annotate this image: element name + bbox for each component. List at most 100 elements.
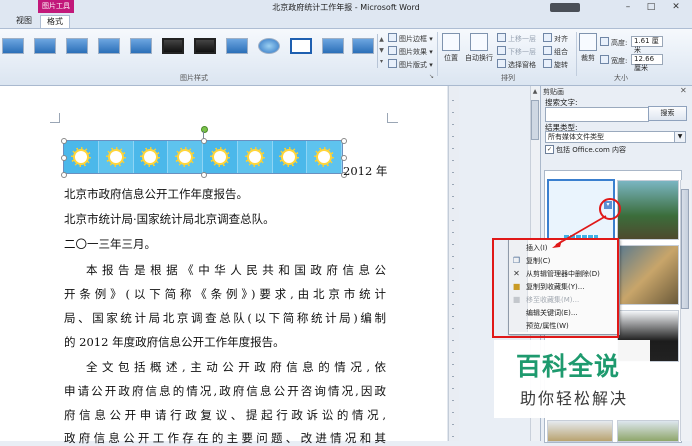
pane-close-icon[interactable]: ✕ (680, 86, 687, 95)
ruler-tick (452, 268, 454, 269)
clipart-thumbnail-photo[interactable] (617, 245, 679, 305)
ruler-tick (452, 292, 454, 293)
toolbar-overlay (550, 3, 580, 12)
doc-para1-line4: 的 2012 年度政府信息公开工作年度报告。 (64, 335, 285, 349)
results-scrollbar-thumb[interactable] (681, 189, 689, 309)
ruler-tick (452, 220, 454, 221)
ruler-tick (452, 184, 454, 185)
margin-corner-mark (388, 122, 398, 123)
tab-row (0, 14, 692, 29)
chevron-down-icon[interactable]: ▼ (674, 131, 686, 143)
title-bar: 北京政府统计工作年报 - Microsoft Word (0, 0, 692, 14)
ruler-tick (452, 148, 454, 149)
picture-style-11[interactable] (322, 38, 344, 54)
doc-para2-line1: 全文包括概述,主动公开政府信息的情况,依 (86, 360, 386, 374)
ruler-tick (452, 280, 454, 281)
close-icon[interactable]: ✕ (670, 2, 682, 12)
picture-tools-context-tab: 图片工具 (38, 0, 74, 13)
resize-handle[interactable] (341, 138, 347, 144)
group-label-arrange: 排列 (501, 74, 515, 82)
ruler-tick (452, 256, 454, 257)
picture-style-8[interactable] (226, 38, 248, 54)
selection-pane-button[interactable]: 选择窗格 (497, 59, 536, 70)
wrap-text-button[interactable]: 自动换行 (462, 33, 496, 63)
search-button[interactable]: 搜索 (648, 106, 687, 121)
search-input[interactable] (545, 107, 649, 122)
doc-para1-line3: 局、国家统计局北京调查总队(以下简称统计局)编制 (64, 311, 386, 325)
include-office-checkbox[interactable]: ✓ (545, 145, 554, 154)
group-button[interactable]: 组合 (543, 46, 568, 57)
gallery-scroll-icon[interactable]: ▲ ▼ ▾ (377, 34, 385, 68)
selected-sun-image[interactable] (63, 140, 343, 174)
watermark-sub-text: 助你轻松解决 (520, 389, 629, 408)
doc-line-report-title: 北京市政府信息公开工作年度报告。 (64, 187, 248, 201)
doc-para2-line2: 申请公开政府信息的情况,政府信息公开咨询情况,因政 (64, 384, 386, 398)
picture-style-5[interactable] (130, 38, 152, 54)
margin-corner-mark (59, 113, 60, 123)
doc-para1-line1: 本报告是根据《中华人民共和国政府信息公 (86, 263, 386, 277)
crop-button[interactable]: 裁剪 (579, 33, 597, 63)
picture-style-7[interactable] (194, 38, 216, 54)
picture-border-button[interactable]: 图片边框 ▾ (388, 33, 433, 44)
width-input[interactable]: 12.66 厘米 (631, 54, 663, 72)
picture-style-1[interactable] (2, 38, 24, 54)
resize-handle[interactable] (61, 155, 67, 161)
picture-style-9[interactable] (258, 38, 280, 54)
height-input[interactable]: 1.61 厘米 (631, 36, 663, 54)
ruler-tick (452, 340, 454, 341)
doc-para2-line4: 政府信息公开工作存在的主要问题、改进情况和其 (64, 431, 386, 445)
tab-format[interactable]: 格式 (40, 15, 70, 28)
ruler-tick (452, 244, 454, 245)
doc-para2-line3: 府信息公开申请行政复议、提起行政诉讼的情况, (64, 408, 386, 422)
annotation-arrow-icon (552, 215, 607, 248)
ruler-tick (452, 400, 454, 401)
result-type-select[interactable]: 所有媒体文件类型 (545, 131, 679, 143)
picture-layout-button[interactable]: 图片版式 ▾ (388, 59, 433, 70)
picture-style-3[interactable] (66, 38, 88, 54)
picture-style-10[interactable] (290, 38, 312, 54)
picture-style-2[interactable] (34, 38, 56, 54)
ruler-tick (452, 136, 454, 137)
ruler-tick (452, 172, 454, 173)
clipart-thumbnail-photo[interactable] (617, 420, 679, 442)
minimize-icon[interactable]: – (622, 2, 634, 12)
scroll-up-icon[interactable]: ▲ (531, 88, 539, 96)
sun-tile (237, 141, 273, 173)
ruler-tick (452, 160, 454, 161)
include-office-label: 包括 Office.com 内容 (556, 146, 627, 154)
ruler-tick (452, 388, 454, 389)
position-button[interactable]: 位置 (441, 33, 461, 63)
ruler-tick (452, 316, 454, 317)
resize-handle[interactable] (61, 138, 67, 144)
doc-line-year: 2012 年 (343, 164, 388, 178)
sun-tile (307, 141, 342, 173)
rotate-button[interactable]: 旋转 (543, 59, 568, 70)
picture-style-12[interactable] (352, 38, 374, 54)
maximize-icon[interactable]: □ (645, 2, 657, 12)
annotation-red-rectangle (492, 238, 619, 338)
resize-handle[interactable] (201, 138, 207, 144)
ruler-tick (452, 304, 454, 305)
resize-handle[interactable] (201, 172, 207, 178)
ruler-tick (452, 232, 454, 233)
resize-handle[interactable] (341, 155, 347, 161)
sun-tile (203, 141, 238, 173)
picture-style-4[interactable] (98, 38, 120, 54)
clipart-thumbnail-photo[interactable] (547, 420, 613, 442)
ruler-tick (452, 196, 454, 197)
resize-handle[interactable] (61, 172, 67, 178)
tab-view[interactable]: 视图 (10, 15, 38, 27)
ruler-tick (452, 112, 454, 113)
align-button[interactable]: 对齐 (543, 33, 568, 44)
picture-effects-button[interactable]: 图片效果 ▾ (388, 46, 433, 57)
picture-style-6[interactable] (162, 38, 184, 54)
pane-title: 剪贴画 (543, 88, 564, 96)
ruler-tick (452, 424, 454, 425)
document-scrollbar-thumb[interactable] (531, 100, 539, 140)
bring-forward-button[interactable]: 上移一层 (497, 33, 536, 44)
dialog-launcher-icon[interactable]: ↘ (429, 73, 434, 80)
ruler-tick (452, 376, 454, 377)
send-backward-button[interactable]: 下移一层 (497, 46, 536, 57)
clipart-thumbnail-photo[interactable] (617, 180, 679, 240)
watermark-main-text: 百科全说 (516, 352, 621, 381)
